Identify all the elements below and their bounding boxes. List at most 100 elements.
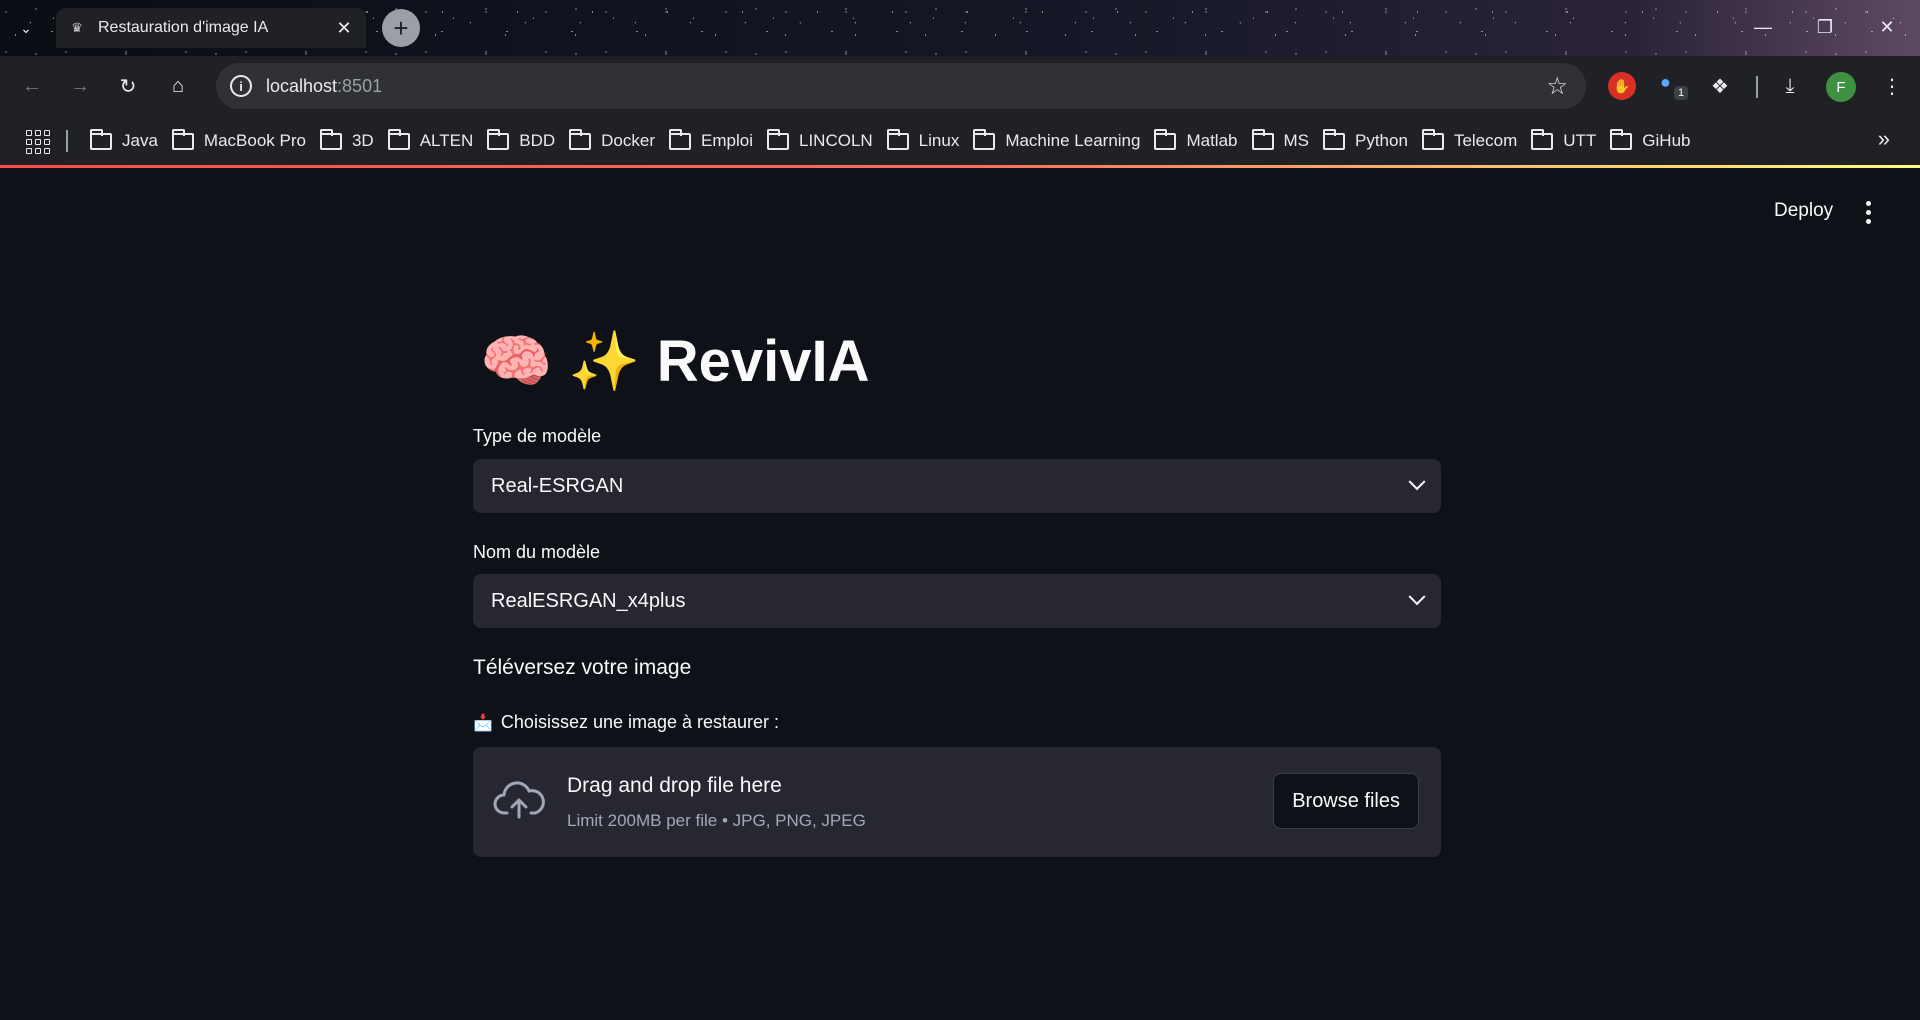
cloud-upload-icon	[493, 781, 545, 819]
model-name-label: Nom du modèle	[473, 542, 601, 562]
bookmark-folder[interactable]: Emploi	[667, 123, 765, 159]
folder-icon	[569, 128, 592, 150]
folder-icon	[1421, 128, 1444, 150]
downloads-button[interactable]: ⤓	[1774, 70, 1806, 102]
window-close-button[interactable]: ✕	[1856, 0, 1918, 54]
download-icon: ⤓	[1785, 74, 1795, 97]
dropzone-title: Drag and drop file here	[567, 774, 782, 797]
bookmark-folder[interactable]: BDD	[485, 123, 567, 159]
plus-icon: +	[393, 13, 409, 43]
bookmark-folder[interactable]: Matlab	[1152, 123, 1249, 159]
folder-icon	[1251, 128, 1274, 150]
browser-tab-active[interactable]: ♛ Restauration d'image IA ✕	[56, 8, 366, 48]
deploy-button[interactable]: Deploy	[1760, 194, 1847, 228]
bookmarks-bar: Java MacBook Pro 3D ALTEN BDD Docker Emp…	[0, 116, 1920, 166]
extension-icon[interactable]: ● 1	[1660, 72, 1694, 106]
folder-icon	[387, 128, 410, 150]
reload-icon: ↻	[119, 75, 137, 98]
folder-icon	[1154, 128, 1177, 150]
back-button[interactable]: ←	[16, 70, 48, 102]
more-vertical-icon: ⋮	[1882, 75, 1902, 98]
site-info-icon[interactable]: i	[230, 75, 252, 97]
chevron-down-icon	[1408, 473, 1426, 491]
folder-icon	[1610, 128, 1633, 150]
folder-icon	[90, 128, 112, 150]
chevron-down-icon	[1408, 588, 1426, 606]
puzzle-person-icon: ●	[1660, 72, 1671, 92]
browser-menu-button[interactable]: ⋮	[1876, 70, 1908, 102]
bookmark-folder[interactable]: ALTEN	[386, 123, 486, 159]
file-dropzone[interactable]: Drag and drop file here Limit 200MB per …	[473, 747, 1441, 857]
model-type-value: Real-ESRGAN	[491, 474, 624, 497]
adblock-extension-icon[interactable]: ✋	[1608, 72, 1636, 100]
bookmarks-overflow-chevron-icon[interactable]: »	[1878, 126, 1890, 152]
folder-icon	[171, 128, 194, 150]
folder-icon	[1531, 128, 1554, 150]
browser-toolbar: ← → ↻ ⌂ i localhost:8501 ☆ ✋ ● 1 ❖ ⤓ F ⋮	[0, 56, 1920, 116]
bookmark-folder[interactable]: GiHub	[1608, 123, 1702, 159]
folder-icon	[973, 128, 996, 150]
bookmark-folder[interactable]: Python	[1321, 123, 1420, 159]
close-icon: ✕	[1879, 16, 1895, 37]
home-icon: ⌂	[171, 74, 185, 97]
bookmark-folder[interactable]: MS	[1250, 123, 1322, 159]
file-uploader-label: 📩 Choisissez une image à restaurer :	[473, 712, 779, 733]
home-button[interactable]: ⌂	[162, 70, 194, 102]
file-uploader-label-text: Choisissez une image à restaurer :	[500, 712, 780, 732]
bookmark-folder[interactable]: Telecom	[1420, 123, 1529, 159]
tab-search-button[interactable]: ⌄	[12, 14, 40, 42]
address-bar[interactable]: i localhost:8501 ☆	[216, 63, 1586, 109]
arrow-right-icon: →	[70, 74, 90, 97]
model-name-value: RealESRGAN_x4plus	[491, 589, 686, 612]
minimize-icon: —	[1754, 16, 1772, 37]
mailbox-icon: 📩	[473, 714, 493, 732]
reload-button[interactable]: ↻	[112, 70, 144, 102]
folder-icon	[886, 128, 909, 150]
bookmark-folder[interactable]: Docker	[567, 123, 667, 159]
browse-files-button[interactable]: Browse files	[1273, 773, 1419, 829]
model-type-label: Type de modèle	[473, 426, 602, 446]
browser-tab-strip: ⌄ ♛ Restauration d'image IA ✕ + — ❐ ✕	[0, 0, 1920, 56]
folder-icon	[766, 128, 789, 150]
tab-title: Restauration d'image IA	[98, 19, 269, 36]
restore-button[interactable]: ❐	[1794, 0, 1856, 54]
bookmark-star-icon[interactable]: ☆	[1546, 72, 1568, 101]
bookmark-folder[interactable]: UTT	[1529, 123, 1608, 159]
new-tab-button[interactable]: +	[382, 9, 420, 47]
bookmark-folder[interactable]: LINCOLN	[765, 123, 885, 159]
more-vertical-icon	[1865, 200, 1871, 206]
title-emoji: 🧠 ✨	[480, 329, 641, 394]
extension-badge-count: 1	[1674, 86, 1689, 100]
extensions-button[interactable]: ❖	[1704, 70, 1736, 102]
apps-grid-icon[interactable]	[24, 128, 50, 154]
app-main: Deploy 🧠 ✨ RevivIA Type de modèle Real-E…	[0, 168, 1920, 1020]
bookmark-list: Java MacBook Pro 3D ALTEN BDD Docker Emp…	[88, 116, 1702, 166]
folder-icon	[319, 128, 342, 150]
forward-button[interactable]: →	[64, 70, 96, 102]
folder-icon	[487, 128, 510, 150]
bookmark-folder[interactable]: MacBook Pro	[170, 123, 318, 159]
url-text[interactable]: localhost:8501	[266, 76, 382, 97]
bookmark-folder[interactable]: Java	[88, 123, 170, 159]
model-type-select[interactable]: Real-ESRGAN	[473, 459, 1441, 513]
main-menu-button[interactable]	[1856, 198, 1880, 226]
arrow-left-icon: ←	[22, 74, 42, 97]
model-name-select[interactable]: RealESRGAN_x4plus	[473, 574, 1441, 628]
minimize-button[interactable]: —	[1732, 0, 1794, 54]
bookmark-folder[interactable]: Linux	[885, 123, 972, 159]
restore-icon: ❐	[1816, 16, 1834, 37]
close-icon[interactable]: ✕	[334, 18, 354, 39]
crown-icon: ♛	[71, 20, 83, 35]
page-title: 🧠 ✨ RevivIA	[480, 328, 869, 396]
bookmark-folder[interactable]: 3D	[318, 123, 386, 159]
upload-section-header: Téléversez votre image	[473, 656, 692, 679]
url-port: :8501	[337, 76, 383, 96]
chevron-down-icon: ⌄	[20, 19, 32, 36]
folder-icon	[669, 128, 692, 150]
bookmarks-divider	[66, 130, 68, 152]
dropzone-limit: Limit 200MB per file • JPG, PNG, JPEG	[567, 811, 866, 830]
puzzle-icon: ❖	[1711, 75, 1729, 98]
folder-icon	[1323, 128, 1345, 150]
bookmark-folder[interactable]: Machine Learning	[971, 123, 1152, 159]
profile-avatar[interactable]: F	[1826, 72, 1856, 102]
